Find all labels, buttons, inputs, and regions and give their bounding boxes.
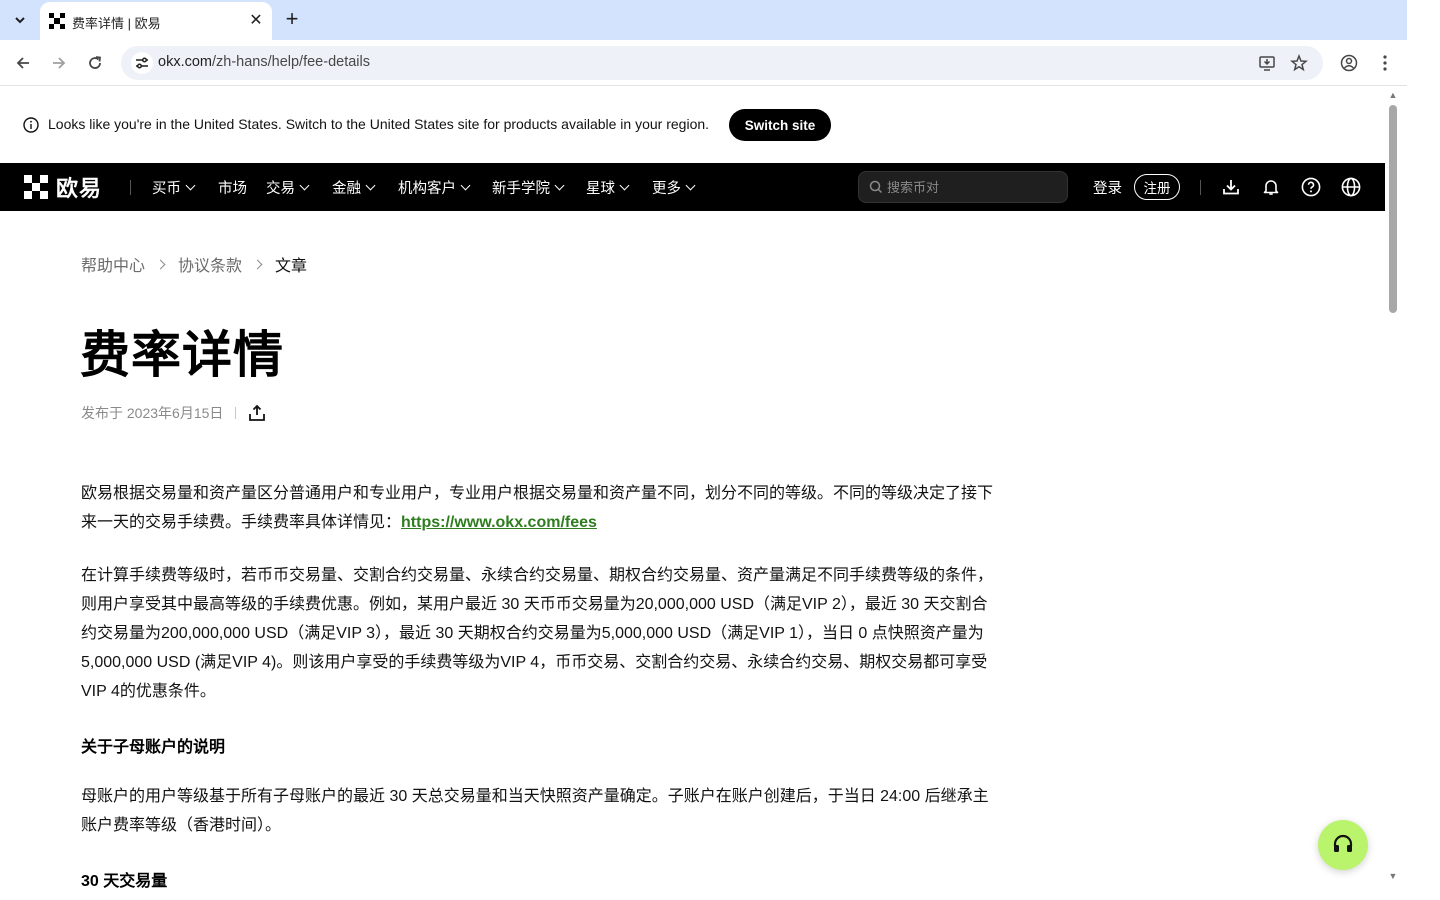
url-text: okx.com/zh-hans/help/fee-details bbox=[158, 54, 370, 70]
nav-item-more[interactable]: 更多 bbox=[652, 176, 696, 198]
back-button[interactable] bbox=[11, 51, 35, 75]
register-button[interactable]: 注册 bbox=[1134, 174, 1180, 200]
nav-item-trade[interactable]: 交易 bbox=[266, 176, 310, 198]
nav-item-label: 更多 bbox=[652, 180, 681, 197]
scroll-up-arrow-icon[interactable]: ▲ bbox=[1387, 90, 1399, 100]
nav-item-institutional[interactable]: 机构客户 bbox=[398, 176, 471, 198]
globe-icon[interactable] bbox=[1341, 177, 1361, 197]
paragraph-line: 约交易量为200,000,000 USD（满足VIP 3），最近 30 天期权合… bbox=[81, 625, 984, 642]
nav-item-buy-crypto[interactable]: 买币 bbox=[152, 176, 196, 198]
install-app-icon[interactable] bbox=[1255, 51, 1279, 75]
share-icon[interactable] bbox=[248, 404, 266, 422]
chevron-down-icon bbox=[15, 17, 25, 24]
download-icon[interactable] bbox=[1221, 177, 1241, 197]
region-banner: Looks like you're in the United States. … bbox=[0, 87, 1385, 163]
nav-item-label: 机构客户 bbox=[398, 180, 456, 197]
region-message: Looks like you're in the United States. … bbox=[48, 116, 710, 132]
chevron-down-icon bbox=[554, 180, 565, 190]
chevron-down-icon bbox=[685, 180, 696, 190]
breadcrumb-help-center[interactable]: 帮助中心 bbox=[81, 252, 145, 276]
tab-title: 费率详情 | 欧易 bbox=[72, 16, 161, 31]
chevron-down-icon bbox=[365, 180, 376, 190]
chevron-right-icon bbox=[252, 259, 263, 269]
url-host: okx.com bbox=[158, 54, 212, 70]
paragraph-sub-accounts: 母账户的用户等级基于所有子母账户的最近 30 天总交易量和当天快照资产量确定。子… bbox=[81, 782, 1001, 840]
browser-menu-icon[interactable] bbox=[1373, 51, 1397, 75]
paragraph-line: 5,000,000 USD (满足VIP 4)。则该用户享受的手续费等级为VIP… bbox=[81, 654, 988, 671]
publish-row: 发布于 2023年6月15日 bbox=[81, 403, 266, 423]
nav-divider bbox=[1200, 180, 1201, 195]
chevron-down-icon bbox=[619, 180, 630, 190]
chevron-right-icon bbox=[155, 259, 166, 269]
breadcrumb-terms[interactable]: 协议条款 bbox=[178, 252, 242, 276]
page-scrollbar[interactable]: ▲ ▼ bbox=[1385, 87, 1407, 900]
browser-tab[interactable]: 费率详情 | 欧易 ✕ bbox=[40, 2, 272, 40]
okx-logo[interactable]: 欧易 bbox=[24, 175, 102, 201]
tab-search-button[interactable] bbox=[8, 9, 32, 31]
page-title: 费率详情 bbox=[80, 327, 284, 383]
search-box bbox=[858, 171, 1068, 203]
nav-item-finance[interactable]: 金融 bbox=[332, 176, 376, 198]
nav-item-planet[interactable]: 星球 bbox=[586, 176, 630, 198]
chevron-down-icon bbox=[185, 180, 196, 190]
info-icon bbox=[23, 117, 39, 133]
back-arrow-icon bbox=[16, 57, 29, 69]
browser-toolbar: okx.com/zh-hans/help/fee-details bbox=[0, 40, 1407, 86]
forward-arrow-icon bbox=[53, 57, 66, 69]
nav-item-label: 金融 bbox=[332, 180, 361, 197]
help-icon[interactable] bbox=[1301, 177, 1321, 197]
reload-button[interactable] bbox=[83, 51, 107, 75]
nav-item-label: 新手学院 bbox=[492, 180, 550, 197]
publish-date: 发布于 2023年6月15日 bbox=[81, 405, 224, 421]
nav-item-academy[interactable]: 新手学院 bbox=[492, 176, 565, 198]
chevron-down-icon bbox=[460, 180, 471, 190]
url-path: /zh-hans/help/fee-details bbox=[212, 54, 370, 70]
section-heading-30-day-volume: 30 天交易量 bbox=[81, 873, 168, 890]
nav-item-label: 交易 bbox=[266, 180, 295, 197]
logo-text: 欧易 bbox=[56, 176, 103, 201]
address-bar[interactable]: okx.com/zh-hans/help/fee-details bbox=[121, 46, 1323, 80]
okx-logo-icon bbox=[24, 175, 48, 199]
section-heading-sub-accounts: 关于子母账户的说明 bbox=[81, 739, 226, 756]
headset-icon bbox=[1333, 834, 1353, 852]
support-chat-button[interactable] bbox=[1318, 820, 1368, 870]
paragraph-fee-tier: 在计算手续费等级时，若币币交易量、交割合约交易量、永续合约交易量、期权合约交易量… bbox=[81, 561, 1001, 706]
scroll-down-arrow-icon[interactable]: ▼ bbox=[1387, 871, 1399, 881]
paragraph-line: VIP 4的优惠条件。 bbox=[81, 683, 216, 700]
paragraph-line: 母账户的用户等级基于所有子母账户的最近 30 天总交易量和当天快照资产量确定。子… bbox=[81, 788, 989, 805]
bell-icon[interactable] bbox=[1261, 177, 1281, 197]
breadcrumb: 帮助中心 协议条款 文章 bbox=[81, 252, 307, 276]
fees-link[interactable]: https://www.okx.com/fees bbox=[401, 514, 597, 531]
browser-tabstrip: 费率详情 | 欧易 ✕ + bbox=[0, 0, 1407, 40]
new-tab-button[interactable]: + bbox=[280, 8, 304, 32]
reload-icon bbox=[89, 56, 102, 69]
nav-divider bbox=[130, 180, 131, 195]
paragraph-intro: 欧易根据交易量和资产量区分普通用户和专业用户，专业用户根据交易量和资产量不同，划… bbox=[81, 479, 1001, 537]
login-link[interactable]: 登录 bbox=[1093, 177, 1122, 198]
divider bbox=[235, 407, 237, 419]
nav-item-label: 星球 bbox=[586, 180, 615, 197]
paragraph-line: 则用户享受其中最高等级的手续费优惠。例如，某用户最近 30 天币币交易量为20,… bbox=[81, 596, 988, 613]
paragraph-line: 账户费率等级（香港时间）。 bbox=[81, 817, 282, 834]
main-navbar: 欧易 买币 市场 交易 金融 机构客户 新手学院 星球 更多 登录 注册 bbox=[0, 163, 1385, 211]
switch-site-button[interactable]: Switch site bbox=[729, 109, 831, 141]
nav-item-market[interactable]: 市场 bbox=[218, 176, 247, 198]
web-page: Looks like you're in the United States. … bbox=[0, 87, 1385, 900]
window-edge bbox=[1407, 0, 1440, 900]
profile-icon[interactable] bbox=[1337, 51, 1361, 75]
search-input[interactable] bbox=[887, 172, 1062, 202]
paragraph-line: 在计算手续费等级时，若币币交易量、交割合约交易量、永续合约交易量、期权合约交易量… bbox=[81, 567, 994, 584]
nav-item-label: 买币 bbox=[152, 180, 181, 197]
nav-item-label: 市场 bbox=[218, 180, 247, 197]
tab-close-icon[interactable]: ✕ bbox=[246, 11, 266, 31]
chevron-down-icon bbox=[299, 180, 310, 190]
scrollbar-thumb[interactable] bbox=[1389, 105, 1397, 313]
bookmark-star-icon[interactable] bbox=[1287, 51, 1311, 75]
site-settings-icon[interactable] bbox=[131, 52, 153, 74]
search-icon bbox=[869, 180, 883, 194]
forward-button[interactable] bbox=[47, 51, 71, 75]
breadcrumb-article: 文章 bbox=[275, 258, 308, 275]
okx-favicon-icon bbox=[49, 13, 65, 29]
